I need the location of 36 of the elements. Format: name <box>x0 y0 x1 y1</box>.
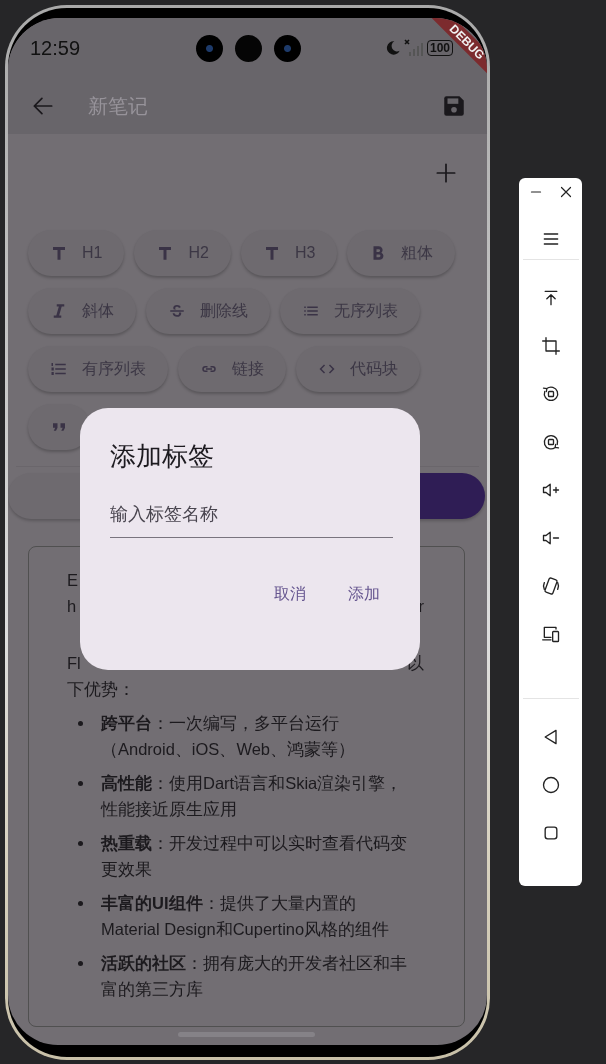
moon-icon <box>384 40 401 56</box>
bullet-dot <box>78 721 83 726</box>
numbered-list-icon <box>50 360 68 378</box>
battery-level: 100 <box>426 40 453 56</box>
camera-lens <box>235 34 262 62</box>
camera-lens <box>196 34 223 62</box>
strikethrough-icon <box>168 302 186 320</box>
text-fragment: 下优势： <box>67 679 135 700</box>
crop-icon[interactable] <box>540 336 561 356</box>
bullet-dot <box>78 901 83 906</box>
list-item-text: 丰富的UI组件：提供了大量内置的Material Design和Cupertino风格的组件 <box>101 893 391 940</box>
bullet-dot <box>78 781 83 786</box>
list-item-text: 活跃的社区：拥有庞大的开发者社区和丰富的第三方库 <box>101 953 408 1000</box>
camera-lens <box>274 34 301 62</box>
dialog-button[interactable]: 取消 <box>262 576 318 613</box>
status-time: 12:59 <box>30 36 82 60</box>
format-button[interactable] <box>28 404 90 450</box>
home-circle-icon[interactable] <box>540 775 561 795</box>
no-signal-icon <box>403 39 424 57</box>
list-item-text: 高性能：使用Dart语言和Skia渲染引擎，性能接近原生应用 <box>101 773 404 820</box>
text-fragment: r <box>418 596 424 617</box>
devices-icon[interactable] <box>540 624 561 644</box>
list-item-text: 热重载：开发过程中可以实时查看代码变更效果 <box>101 833 408 880</box>
text-fragment: E <box>67 570 78 591</box>
dialog-button[interactable]: 添加 <box>336 576 392 613</box>
bullet-dot <box>78 841 83 846</box>
dialog-title: 添加标签 <box>110 440 215 473</box>
list-item-text: 跨平台：一次编写，多平台运行（Android、iOS、Web、鸿蒙等） <box>101 713 356 760</box>
shake-phone-icon[interactable] <box>540 576 561 596</box>
save-icon[interactable] <box>441 93 467 119</box>
bullet-dot <box>78 961 83 966</box>
tag-name-field[interactable]: 输入标签名称 <box>110 504 393 538</box>
title-icon <box>50 244 68 262</box>
text-fragment: Fl <box>67 653 81 674</box>
rotate-left-icon[interactable] <box>540 384 561 404</box>
text-fragment: h <box>67 596 77 617</box>
